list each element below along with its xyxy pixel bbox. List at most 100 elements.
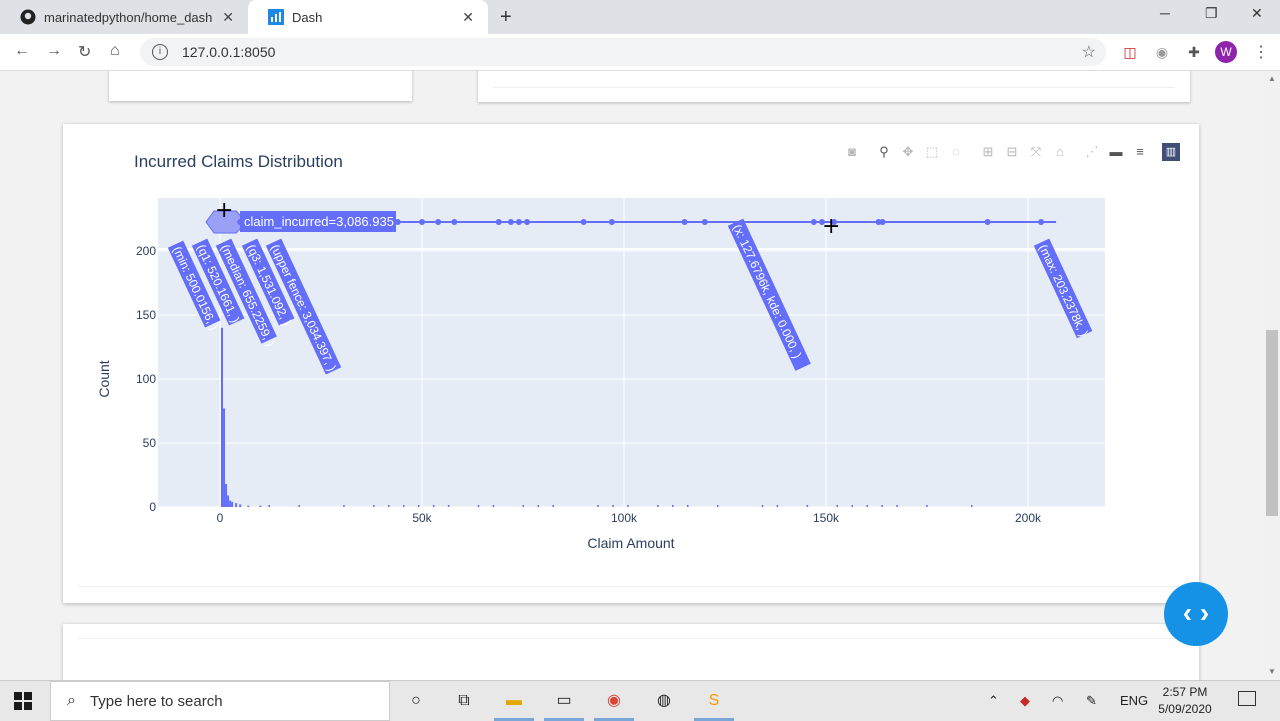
forward-icon[interactable]: → bbox=[46, 42, 62, 60]
y-tick-label: 200 bbox=[136, 244, 156, 258]
y-tick-label: 150 bbox=[136, 308, 156, 322]
histogram-bar bbox=[493, 505, 495, 507]
search-placeholder: Type here to search bbox=[90, 693, 223, 710]
outlier-point bbox=[1038, 219, 1044, 225]
pan-icon[interactable]: ✥ bbox=[899, 143, 917, 161]
pen-icon[interactable]: ✎ bbox=[1086, 693, 1097, 709]
outlier-point bbox=[702, 219, 708, 225]
restore-icon[interactable]: ❐ bbox=[1205, 5, 1218, 22]
outlier-point bbox=[682, 219, 688, 225]
tab-github[interactable]: marinatedpython/home_dash ✕ bbox=[0, 0, 248, 34]
histogram-bar bbox=[235, 503, 237, 507]
histogram-bar bbox=[231, 502, 233, 507]
sublime-text-icon[interactable]: S bbox=[702, 689, 726, 713]
histogram-bar bbox=[926, 505, 928, 507]
reset-axes-icon[interactable]: ⌂ bbox=[1051, 143, 1069, 161]
tray-overflow-icon[interactable]: ⌃ bbox=[988, 693, 999, 709]
reload-icon[interactable]: ↻ bbox=[78, 42, 91, 62]
tab-title: Dash bbox=[292, 10, 322, 25]
bookmark-star-icon[interactable]: ☆ bbox=[1082, 42, 1096, 62]
windows-start-icon[interactable] bbox=[14, 692, 32, 710]
y-tick-label: 50 bbox=[143, 436, 157, 450]
profile-avatar[interactable]: W bbox=[1215, 41, 1237, 63]
scroll-down-icon[interactable]: ▼ bbox=[1268, 667, 1276, 676]
site-info-icon[interactable]: i bbox=[152, 44, 168, 60]
hover-closest-icon[interactable]: ▬ bbox=[1107, 143, 1125, 161]
x-tick-label: 200k bbox=[1015, 511, 1042, 525]
taskbar-search-input[interactable]: ⌕ Type here to search bbox=[50, 681, 390, 721]
outlier-point bbox=[435, 219, 441, 225]
extensions-puzzle-icon[interactable]: ✚ bbox=[1186, 44, 1202, 60]
taskbar-clock[interactable]: 2:57 PM 5/09/2020 bbox=[1150, 684, 1220, 718]
obs-icon[interactable]: ◍ bbox=[652, 689, 676, 713]
card bbox=[478, 71, 1190, 102]
box-select-icon[interactable]: ⬚ bbox=[923, 143, 941, 161]
zoom-icon[interactable]: ⚲ bbox=[875, 143, 893, 161]
browser-tab-strip: marinatedpython/home_dash ✕ Dash ✕ + ─ ❐… bbox=[0, 0, 1280, 34]
histogram-bar bbox=[657, 505, 659, 507]
card-inner bbox=[78, 638, 1184, 680]
close-tab-icon[interactable]: ✕ bbox=[462, 9, 474, 26]
histogram-bar bbox=[851, 505, 853, 507]
tray-security-icon[interactable]: ◆ bbox=[1020, 693, 1030, 709]
close-tab-icon[interactable]: ✕ bbox=[222, 9, 234, 26]
address-bar[interactable]: i 127.0.0.1:8050 ☆ bbox=[140, 38, 1106, 66]
hover-label: claim_incurred=3,086.935 bbox=[244, 214, 394, 229]
hover-compare-icon[interactable]: ≡ bbox=[1131, 143, 1149, 161]
network-icon[interactable]: ◠ bbox=[1052, 693, 1063, 709]
outlier-point bbox=[524, 219, 530, 225]
histogram-bar bbox=[227, 495, 229, 507]
zoom-out-icon[interactable]: ⊟ bbox=[1003, 143, 1021, 161]
tab-dash[interactable]: Dash ✕ bbox=[248, 0, 488, 34]
url-text[interactable]: 127.0.0.1:8050 bbox=[182, 44, 275, 60]
scroll-up-icon[interactable]: ▲ bbox=[1268, 74, 1276, 83]
chrome-icon[interactable]: ◉ bbox=[602, 689, 626, 713]
language-indicator[interactable]: ENG bbox=[1120, 693, 1148, 708]
histogram-bar bbox=[298, 505, 300, 507]
histogram-bar bbox=[762, 505, 764, 507]
histogram-bar bbox=[221, 328, 223, 507]
outlier-point bbox=[985, 219, 991, 225]
histogram-bar bbox=[597, 505, 599, 507]
histogram-bar bbox=[717, 505, 719, 507]
histogram-bar bbox=[225, 484, 227, 507]
scrollbar-thumb[interactable] bbox=[1266, 330, 1278, 516]
histogram-bar bbox=[268, 505, 270, 507]
extension-camera-icon[interactable]: ◉ bbox=[1154, 44, 1170, 60]
extension-pocket-icon[interactable]: ◫ bbox=[1122, 44, 1138, 60]
back-icon[interactable]: ← bbox=[14, 42, 30, 60]
outlier-point bbox=[581, 219, 587, 225]
browser-menu-icon[interactable]: ⋮ bbox=[1253, 42, 1269, 62]
file-explorer-icon[interactable]: ▬ bbox=[502, 689, 526, 713]
cortana-icon[interactable]: ○ bbox=[404, 689, 428, 713]
lasso-icon[interactable]: ◌ bbox=[947, 143, 965, 161]
task-view-icon[interactable]: ⧉ bbox=[452, 689, 476, 713]
spike-lines-icon[interactable]: ⋰ bbox=[1083, 143, 1101, 161]
dash-icon bbox=[268, 9, 284, 25]
page-scrollbar[interactable]: ▲ ▼ bbox=[1264, 71, 1280, 680]
search-icon: ⌕ bbox=[67, 692, 76, 710]
autoscale-icon[interactable]: ⤧ bbox=[1027, 143, 1045, 161]
claims-histogram-chart[interactable]: Incurred Claims Distribution 0 50 100 150 200… bbox=[78, 124, 1184, 586]
camera-icon[interactable]: ◙ bbox=[843, 143, 861, 161]
terminal-icon[interactable]: ▭ bbox=[552, 689, 576, 713]
histogram-bar bbox=[538, 505, 540, 507]
plotly-logo-icon[interactable]: ▥ bbox=[1162, 143, 1180, 161]
home-icon[interactable]: ⌂ bbox=[110, 42, 120, 60]
crosshair-cursor-icon: + bbox=[215, 198, 233, 223]
histogram-bar bbox=[448, 505, 450, 507]
histogram-bar bbox=[247, 506, 249, 507]
zoom-in-icon[interactable]: ⊞ bbox=[979, 143, 997, 161]
outlier-point bbox=[451, 219, 457, 225]
code-toggle-button[interactable]: ‹ › bbox=[1164, 582, 1228, 646]
y-tick-label: 100 bbox=[136, 372, 156, 386]
notification-icon[interactable] bbox=[1238, 691, 1256, 706]
close-window-icon[interactable]: ✕ bbox=[1251, 5, 1263, 22]
new-tab-button[interactable]: + bbox=[500, 6, 512, 29]
minimize-icon[interactable]: ─ bbox=[1160, 5, 1170, 21]
histogram-bar bbox=[777, 505, 779, 507]
histogram-bar bbox=[837, 505, 839, 507]
histogram-bar bbox=[866, 505, 868, 507]
histogram-bar bbox=[433, 505, 435, 507]
chart-card: Incurred Claims Distribution 0 50 100 150 200… bbox=[63, 124, 1199, 603]
